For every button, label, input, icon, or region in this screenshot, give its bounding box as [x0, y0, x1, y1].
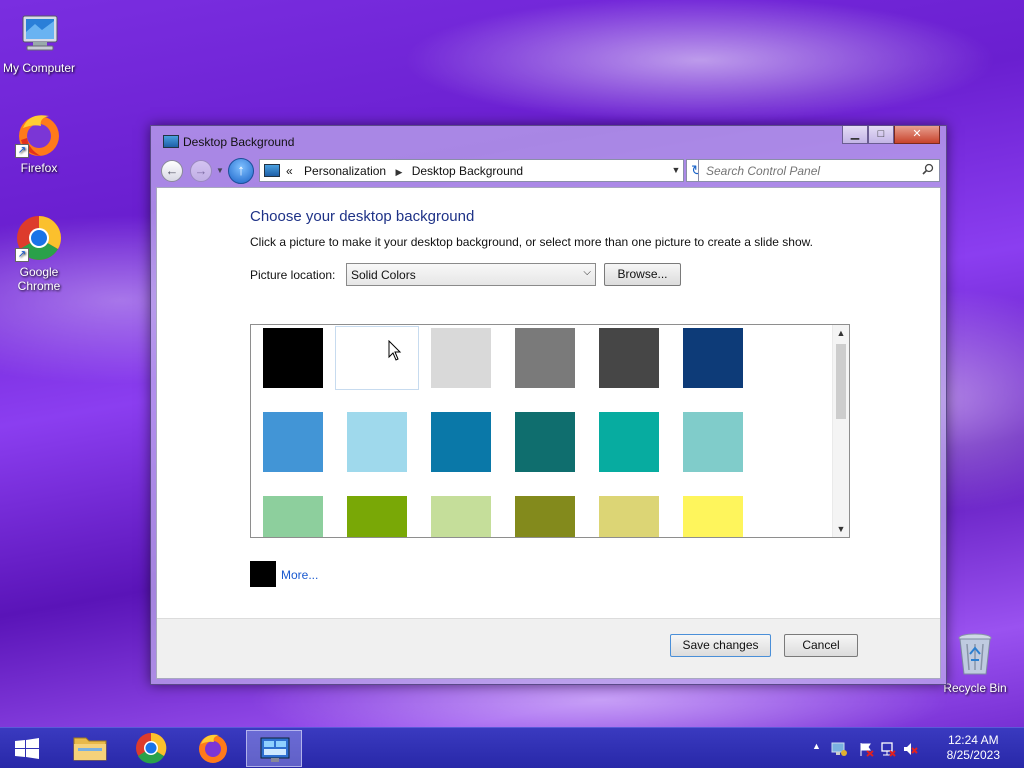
recent-pages-dropdown[interactable]: ▼ — [216, 166, 224, 175]
color-swatch[interactable] — [599, 328, 659, 388]
gallery-scrollbar[interactable]: ▲ ▼ — [832, 325, 849, 537]
color-gallery: ▲ ▼ — [250, 324, 850, 538]
firefox-icon — [199, 734, 227, 763]
arrow-up-icon: ↑ — [237, 162, 245, 179]
folder-icon — [73, 737, 107, 761]
color-swatch[interactable] — [599, 412, 659, 472]
control-panel-icon — [264, 164, 280, 177]
desktop-icon-recycle-bin[interactable]: Recycle Bin — [936, 630, 1014, 695]
taskbar-firefox[interactable] — [185, 730, 241, 767]
start-button[interactable] — [0, 728, 54, 768]
arrow-left-icon: ← — [165, 163, 179, 178]
firefox-icon: ↗ — [15, 110, 63, 158]
color-swatch[interactable] — [515, 328, 575, 388]
back-button[interactable]: ← — [161, 160, 183, 182]
search-input[interactable] — [699, 160, 909, 181]
desktop-background-window: Desktop Background ▁ □ ✕ ← → ▼ ↑ « Perso… — [150, 125, 947, 685]
desktop-icon-firefox[interactable]: ↗ Firefox — [0, 110, 78, 175]
color-swatch[interactable] — [335, 326, 419, 390]
color-swatch[interactable] — [515, 496, 575, 537]
color-swatch[interactable] — [515, 412, 575, 472]
breadcrumb-overflow[interactable]: « — [286, 164, 293, 178]
window-titlebar[interactable]: Desktop Background ▁ □ ✕ — [151, 126, 946, 156]
window-title: Desktop Background — [183, 135, 295, 149]
system-tray: ▲ 12:24 AM 8/25/2023 — [804, 728, 1024, 768]
control-panel-icon — [260, 737, 290, 762]
scroll-down-arrow[interactable]: ▼ — [833, 521, 849, 537]
recycle-bin-icon — [951, 630, 999, 678]
browse-button[interactable]: Browse... — [604, 263, 681, 286]
address-dropdown-button[interactable]: ▼ — [669, 160, 683, 181]
network-icon[interactable] — [880, 741, 896, 757]
chrome-icon — [136, 732, 167, 764]
color-swatch[interactable] — [599, 496, 659, 537]
shortcut-arrow-icon: ↗ — [15, 248, 29, 262]
page-heading: Choose your desktop background — [250, 208, 475, 225]
color-swatch[interactable] — [431, 496, 491, 537]
action-center-flag-icon[interactable] — [858, 741, 874, 757]
desktop-icon-label: Google Chrome — [17, 265, 61, 293]
minimize-button[interactable]: ▁ — [842, 126, 868, 144]
chevron-down-icon: ⌵ — [583, 267, 591, 278]
color-swatch[interactable] — [431, 412, 491, 472]
windows-logo-icon — [15, 738, 39, 759]
desktop-icon-google-chrome[interactable]: ↗ Google Chrome — [0, 214, 78, 293]
footer-bar: Save changes Cancel — [157, 618, 940, 678]
address-bar[interactable]: « Personalization ▶ Desktop Background ▼ — [259, 159, 684, 182]
taskbar-clock[interactable]: 12:24 AM 8/25/2023 — [947, 733, 1000, 763]
picture-location-label: Picture location: — [250, 268, 336, 282]
network-center-icon[interactable] — [830, 740, 848, 758]
maximize-button[interactable]: □ — [868, 126, 894, 144]
picture-location-select[interactable]: Solid Colors ⌵ — [346, 263, 596, 286]
up-button[interactable]: ↑ — [228, 158, 254, 184]
desktop-icon-my-computer[interactable]: My Computer — [0, 10, 78, 75]
desktop-icon-label: Recycle Bin — [943, 681, 1007, 695]
scroll-up-arrow[interactable]: ▲ — [833, 325, 849, 341]
chrome-icon: ↗ — [15, 214, 63, 262]
mouse-cursor-icon — [388, 340, 402, 361]
breadcrumb-desktop-background[interactable]: Desktop Background — [412, 164, 523, 178]
navigation-bar: ← → ▼ ↑ « Personalization ▶ Desktop Back… — [156, 156, 941, 186]
taskbar-control-panel[interactable] — [246, 730, 302, 767]
close-button[interactable]: ✕ — [894, 126, 940, 144]
color-swatch[interactable] — [683, 328, 743, 388]
color-swatch[interactable] — [263, 412, 323, 472]
show-hidden-icons-button[interactable]: ▲ — [812, 741, 821, 751]
color-swatch[interactable] — [263, 328, 323, 388]
taskbar-google-chrome[interactable] — [123, 730, 179, 767]
arrow-right-icon: → — [194, 163, 208, 178]
breadcrumb-personalization[interactable]: Personalization — [304, 164, 386, 178]
content-pane: Choose your desktop background Click a p… — [156, 187, 941, 679]
color-swatch[interactable] — [683, 412, 743, 472]
picture-location-value: Solid Colors — [351, 268, 416, 282]
page-description: Click a picture to make it your desktop … — [250, 235, 813, 249]
search-icon[interactable] — [922, 163, 934, 175]
color-swatch[interactable] — [263, 496, 323, 537]
color-swatch[interactable] — [431, 328, 491, 388]
more-colors-link[interactable]: More... — [281, 568, 318, 582]
shortcut-arrow-icon: ↗ — [15, 144, 29, 158]
color-swatch[interactable] — [347, 412, 407, 472]
forward-button[interactable]: → — [190, 160, 212, 182]
desktop-icon-label: My Computer — [2, 61, 76, 75]
cancel-button[interactable]: Cancel — [784, 634, 858, 657]
clock-time: 12:24 AM — [947, 733, 999, 747]
more-color-swatch[interactable] — [250, 561, 276, 587]
save-changes-button[interactable]: Save changes — [670, 634, 771, 657]
control-panel-icon — [163, 135, 179, 148]
color-swatch[interactable] — [347, 496, 407, 537]
search-box — [698, 159, 940, 182]
clock-date: 8/25/2023 — [946, 748, 1000, 762]
chevron-right-icon[interactable]: ▶ — [395, 167, 402, 177]
volume-muted-icon[interactable] — [902, 741, 918, 757]
taskbar-file-explorer[interactable] — [62, 730, 118, 767]
taskbar: ▲ 12:24 AM 8/25/2023 — [0, 727, 1024, 768]
scrollbar-thumb[interactable] — [836, 344, 846, 419]
desktop-icon-label: Firefox — [20, 161, 58, 175]
color-swatch[interactable] — [683, 496, 743, 537]
computer-icon — [15, 10, 63, 58]
